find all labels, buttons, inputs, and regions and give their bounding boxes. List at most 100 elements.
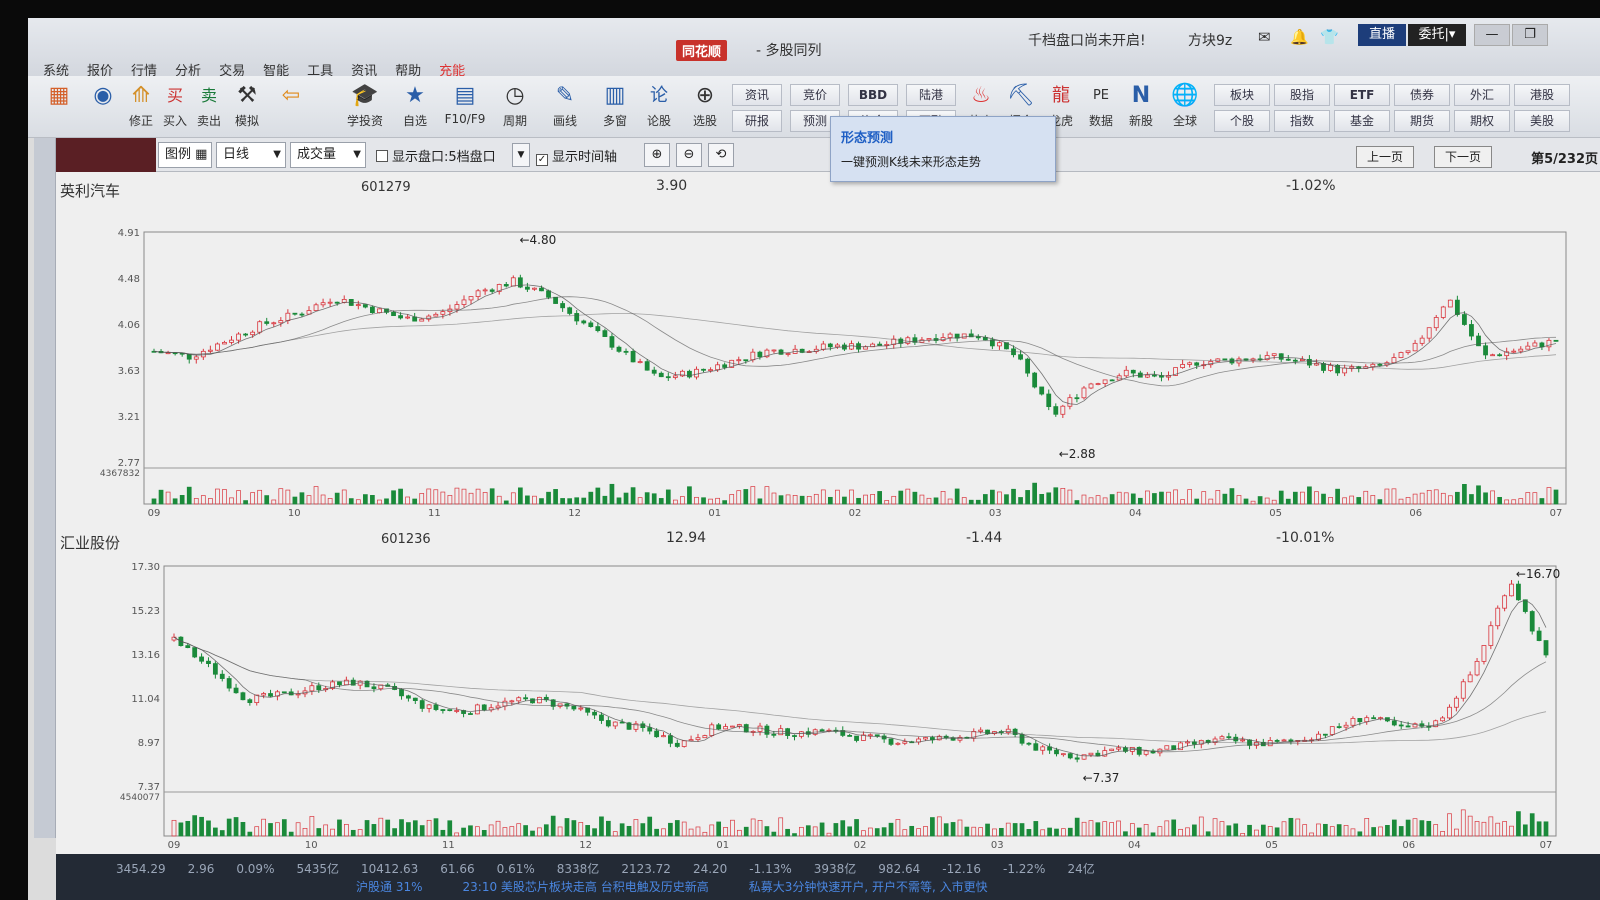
candle-body: [454, 710, 460, 712]
tool-simulate[interactable]: ⚒ 模拟: [224, 80, 270, 129]
candle-body: [1518, 348, 1524, 352]
tool-home[interactable]: ▦: [36, 80, 82, 112]
volume-bar: [1469, 494, 1474, 505]
x-tick-label: 04: [1129, 508, 1142, 519]
tool-ipo[interactable]: N 新股: [1118, 80, 1164, 129]
volume-bar: [647, 816, 653, 837]
volume-bar: [440, 491, 446, 505]
legend-button[interactable]: 图例 ▦: [158, 142, 212, 168]
us-stock-button[interactable]: 美股: [1514, 110, 1570, 132]
forex-button[interactable]: 外汇: [1454, 84, 1510, 106]
candle-body: [1144, 374, 1150, 378]
volume-bar: [630, 487, 636, 505]
next-page-button[interactable]: 下一页: [1434, 146, 1493, 168]
volume-bar: [1349, 495, 1355, 505]
tool-global[interactable]: 🌐 全球: [1162, 80, 1208, 129]
hk-stock-button[interactable]: 港股: [1514, 84, 1570, 106]
tool-learn[interactable]: 🎓 学投资: [342, 80, 388, 129]
shirt-icon[interactable]: 👕: [1320, 28, 1339, 46]
tool-watchlist[interactable]: ★ 自选: [392, 80, 438, 129]
auction-button[interactable]: 竞价: [790, 84, 840, 106]
show-time-axis-checkbox[interactable]: ✓ 显示时间轴: [536, 146, 617, 166]
reset-view-button[interactable]: ⟲: [708, 143, 734, 167]
volume-bar: [158, 489, 164, 505]
news-item[interactable]: 沪股通 31%: [356, 880, 423, 894]
options-button[interactable]: 期权: [1454, 110, 1510, 132]
volume-bar: [722, 500, 728, 505]
single-stock-button[interactable]: 个股: [1214, 110, 1270, 132]
volume-bar: [208, 498, 213, 505]
candle-body: [665, 376, 671, 379]
news-button[interactable]: 资讯: [732, 84, 782, 106]
stock-index-button[interactable]: 股指: [1274, 84, 1330, 106]
candle-body: [1322, 733, 1328, 736]
indicator-select[interactable]: 成交量 ▼: [290, 142, 366, 168]
candle-body: [474, 704, 480, 715]
depth-dropdown-button[interactable]: ▼: [512, 143, 530, 167]
tool-period[interactable]: ◷ 周期: [492, 80, 538, 129]
news-item[interactable]: 23:10 美股芯片板块走高 台积电触及历史新高: [463, 880, 709, 894]
volume-bar: [708, 498, 713, 505]
candle-body: [406, 695, 411, 699]
tool-back[interactable]: ⇦: [268, 80, 314, 112]
volume-bar: [334, 492, 340, 505]
volume-bar: [398, 488, 403, 505]
indicator-value: 成交量: [297, 147, 337, 162]
chart-panel-1[interactable]: 4.91 4.48 4.06 3.63 3.21 2.77 4367832 09 10 11 12 0…: [56, 172, 1600, 524]
zoom-in-button[interactable]: ⊕: [644, 143, 670, 167]
volume-bar: [637, 497, 643, 505]
futures-button[interactable]: 期货: [1394, 110, 1450, 132]
volume-bar: [1398, 826, 1404, 837]
volume-bar: [1274, 827, 1280, 837]
low-price-marker: ←7.37: [1083, 771, 1120, 785]
candle-body: [1180, 364, 1186, 368]
period-select[interactable]: 日线 ▼: [216, 142, 286, 168]
restore-button[interactable]: ❐: [1512, 24, 1548, 46]
volume-bar: [1398, 498, 1404, 505]
ticker-value: 2123.72: [621, 862, 671, 876]
zoom-out-button[interactable]: ⊖: [676, 143, 702, 167]
volume-bar: [222, 489, 227, 505]
etf-button[interactable]: ETF: [1334, 84, 1390, 106]
research-button[interactable]: 研报: [732, 110, 782, 132]
tool-draw[interactable]: ✎ 画线: [542, 80, 588, 129]
volume-bar: [1525, 492, 1531, 505]
candle-body: [1222, 358, 1228, 361]
candle-body: [206, 660, 211, 664]
left-sidebar-strip[interactable]: [34, 138, 56, 838]
candle-body: [1522, 599, 1528, 612]
show-depth-checkbox[interactable]: 显示盘口:5档盘口: [376, 146, 496, 165]
news-ticker-row[interactable]: 沪股通 31% 23:10 美股芯片板块走高 台积电触及历史新高 私募大3分钟快速开…: [356, 878, 1028, 895]
news-item[interactable]: 私募大3分钟快速开户, 开户不需等, 入市更快: [749, 880, 988, 894]
volume-bar: [701, 497, 706, 505]
volume-bar: [475, 488, 481, 505]
minimize-button[interactable]: —: [1474, 24, 1510, 46]
volume-bar: [1159, 491, 1164, 505]
volume-bar: [370, 495, 375, 505]
tool-screener[interactable]: ⊕ 选股: [682, 80, 728, 129]
live-button[interactable]: 直播: [1358, 24, 1406, 46]
chart-panel-2[interactable]: 17.30 15.23 13.16 11.04 8.97 7.37 4540077 09 10 1…: [56, 524, 1600, 854]
candle-body: [1240, 739, 1246, 742]
volume-bar: [257, 489, 263, 505]
tool-multiwindow[interactable]: ▥ 多窗: [592, 80, 638, 129]
volume-bar: [1488, 816, 1494, 837]
sector-button[interactable]: 板块: [1214, 84, 1270, 106]
candle-body: [757, 351, 763, 358]
bell-icon[interactable]: 🔔: [1290, 28, 1309, 46]
fund-button[interactable]: 基金: [1334, 110, 1390, 132]
hk-connect-button[interactable]: 陆港: [906, 84, 956, 106]
candle-body: [1516, 583, 1521, 601]
order-button[interactable]: 委托|▾: [1408, 24, 1466, 46]
prev-page-button[interactable]: 上一页: [1356, 146, 1415, 168]
tool-f10[interactable]: ▤ F10/F9: [442, 80, 488, 126]
bond-button[interactable]: 债券: [1394, 84, 1450, 106]
candle-body: [1483, 345, 1488, 356]
user-name[interactable]: 方块9z: [1188, 30, 1232, 50]
volume-bar: [1074, 817, 1080, 837]
candle-body: [819, 729, 825, 732]
tool-discuss[interactable]: 论论股: [636, 80, 682, 129]
index-button[interactable]: 指数: [1274, 110, 1330, 132]
mail-icon[interactable]: ✉: [1258, 28, 1271, 46]
bbd-button[interactable]: BBD: [848, 84, 898, 106]
